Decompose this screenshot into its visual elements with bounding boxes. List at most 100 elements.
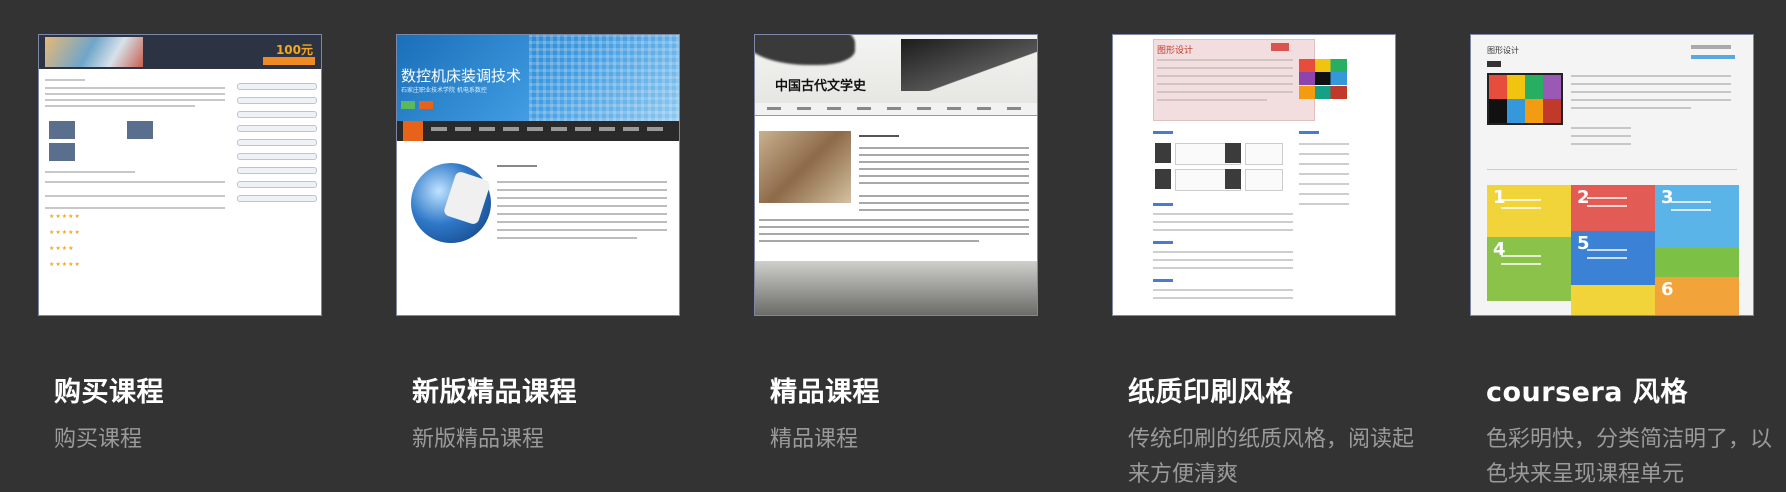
thumb-section-label <box>1153 279 1173 282</box>
thumb-line <box>1571 91 1731 93</box>
thumb-sidebar-item <box>237 97 317 104</box>
thumb-line <box>497 197 667 199</box>
thumb-line <box>859 195 1029 197</box>
thumb-line <box>859 209 1029 211</box>
thumb-line <box>1153 251 1293 253</box>
template-thumbnail[interactable]: 图形设计 1 2 3 4 5 6 <box>1470 34 1754 316</box>
thumb-line <box>1587 257 1627 259</box>
thumb-line <box>45 207 225 209</box>
thumb-line <box>859 135 899 137</box>
thumb-line <box>497 181 667 183</box>
thumb-line <box>497 221 667 223</box>
template-thumbnail[interactable]: 数控机床装调技术 石家庄职业技术学院 机电系数控 <box>396 34 680 316</box>
thumb-sidebar-item <box>237 125 317 132</box>
thumb-unit-block: 1 <box>1487 185 1571 237</box>
thumb-line <box>759 226 1029 228</box>
thumb-nav-item <box>503 127 519 131</box>
thumb-nav-item <box>431 127 447 131</box>
thumb-nav-item <box>797 107 811 110</box>
thumb-tag <box>1487 61 1501 67</box>
thumb-red-button <box>1271 43 1289 51</box>
thumb-nav-item <box>827 107 841 110</box>
thumb-nav-item <box>887 107 901 110</box>
thumb-line <box>1153 213 1293 215</box>
thumb-nav-item <box>551 127 567 131</box>
thumb-line <box>1571 107 1691 109</box>
thumb-hero-title: 中国古代文学史 <box>775 79 867 94</box>
thumb-footer-decoration <box>755 261 1037 315</box>
thumb-unit-block <box>1571 285 1655 315</box>
thumb-line <box>45 79 85 81</box>
thumb-tag <box>419 101 433 109</box>
thumb-line <box>1153 259 1293 261</box>
card-description: 购买课程 <box>54 427 143 452</box>
thumb-unit-block <box>1655 247 1739 277</box>
thumb-rating: ★★★★★ <box>49 261 81 268</box>
thumb-nav-item <box>575 127 591 131</box>
thumb-line <box>1153 221 1293 223</box>
template-thumbnail[interactable]: 100元 ★★★★★ ★★★★★ ★★★★ ★★★★★ <box>38 34 322 316</box>
thumb-nav-item <box>917 107 931 110</box>
card-description: 传统印刷的纸质风格，阅读起来方便清爽 <box>1128 427 1415 487</box>
thumb-icon-grid <box>1487 73 1563 125</box>
template-card-paper-print[interactable]: 图形设计 纸质印刷风格 传统印刷的纸质风格，阅读起来方便清爽 <box>1112 34 1414 487</box>
card-title[interactable]: coursera 风格 <box>1486 370 1688 409</box>
thumb-line <box>45 181 225 183</box>
thumb-line <box>1571 75 1731 77</box>
thumb-nav-item <box>527 127 543 131</box>
thumb-line <box>497 189 667 191</box>
thumb-rating: ★★★★ <box>49 245 75 252</box>
thumb-nav-active <box>403 121 423 141</box>
thumb-line <box>1157 75 1293 77</box>
thumb-nav-item <box>947 107 961 110</box>
thumb-line <box>1299 153 1349 155</box>
thumb-icon-grid <box>1299 59 1347 99</box>
thumb-line <box>1299 183 1349 185</box>
card-title[interactable]: 购买课程 <box>54 370 164 409</box>
thumb-photo <box>49 143 75 161</box>
template-thumbnail[interactable]: 图形设计 <box>1112 34 1396 316</box>
thumb-nav-item <box>623 127 639 131</box>
thumb-unit-block: 2 <box>1571 185 1655 231</box>
thumb-line <box>859 182 1029 184</box>
thumb-line <box>45 87 225 89</box>
thumb-line <box>1153 297 1293 299</box>
thumb-line <box>497 205 667 207</box>
template-card-coursera[interactable]: 图形设计 1 2 3 4 5 6 coursera 风格 色彩明快，分类简洁明了… <box>1470 34 1772 487</box>
template-card-purchase[interactable]: 100元 ★★★★★ ★★★★★ ★★★★ ★★★★★ 购买课程 购买课程 <box>38 34 322 452</box>
thumb-line <box>1299 143 1349 145</box>
template-card-quality[interactable]: 中国古代文学史 精品课程 精品课程 <box>754 34 1038 452</box>
thumb-sidebar-item <box>237 181 317 188</box>
card-title[interactable]: 精品课程 <box>770 370 880 409</box>
thumb-line <box>859 161 1029 163</box>
thumb-nav-item <box>1007 107 1021 110</box>
thumb-line <box>859 175 1029 177</box>
card-title[interactable]: 纸质印刷风格 <box>1128 370 1293 409</box>
thumb-line <box>497 213 667 215</box>
thumb-line <box>1157 83 1293 85</box>
thumb-nav-item <box>767 107 781 110</box>
thumb-section-label <box>1153 131 1173 134</box>
template-thumbnail[interactable]: 中国古代文学史 <box>754 34 1038 316</box>
thumb-line <box>1153 229 1293 231</box>
thumb-line <box>1501 255 1541 257</box>
thumb-line <box>1691 45 1731 49</box>
thumb-buy-button <box>263 57 315 65</box>
thumb-line <box>1587 205 1627 207</box>
thumb-price: 100元 <box>275 43 313 57</box>
card-description: 精品课程 <box>770 427 859 452</box>
thumb-line <box>1587 249 1627 251</box>
thumb-unit-block: 6 <box>1655 277 1739 315</box>
thumb-hero-subtitle: 石家庄职业技术学院 机电系数控 <box>401 87 487 94</box>
thumb-line <box>859 147 1029 149</box>
thumb-line <box>1571 99 1731 101</box>
thumb-line <box>1299 193 1349 195</box>
thumb-painting-image <box>759 131 851 203</box>
thumb-photo <box>49 121 75 139</box>
template-card-new-quality[interactable]: 数控机床装调技术 石家庄职业技术学院 机电系数控 新版精品课程 新版精品课程 <box>396 34 680 452</box>
thumb-line <box>497 229 667 231</box>
thumb-line <box>1157 67 1293 69</box>
thumb-line <box>1157 99 1267 101</box>
card-title[interactable]: 新版精品课程 <box>412 370 577 409</box>
thumb-rating: ★★★★★ <box>49 213 81 220</box>
